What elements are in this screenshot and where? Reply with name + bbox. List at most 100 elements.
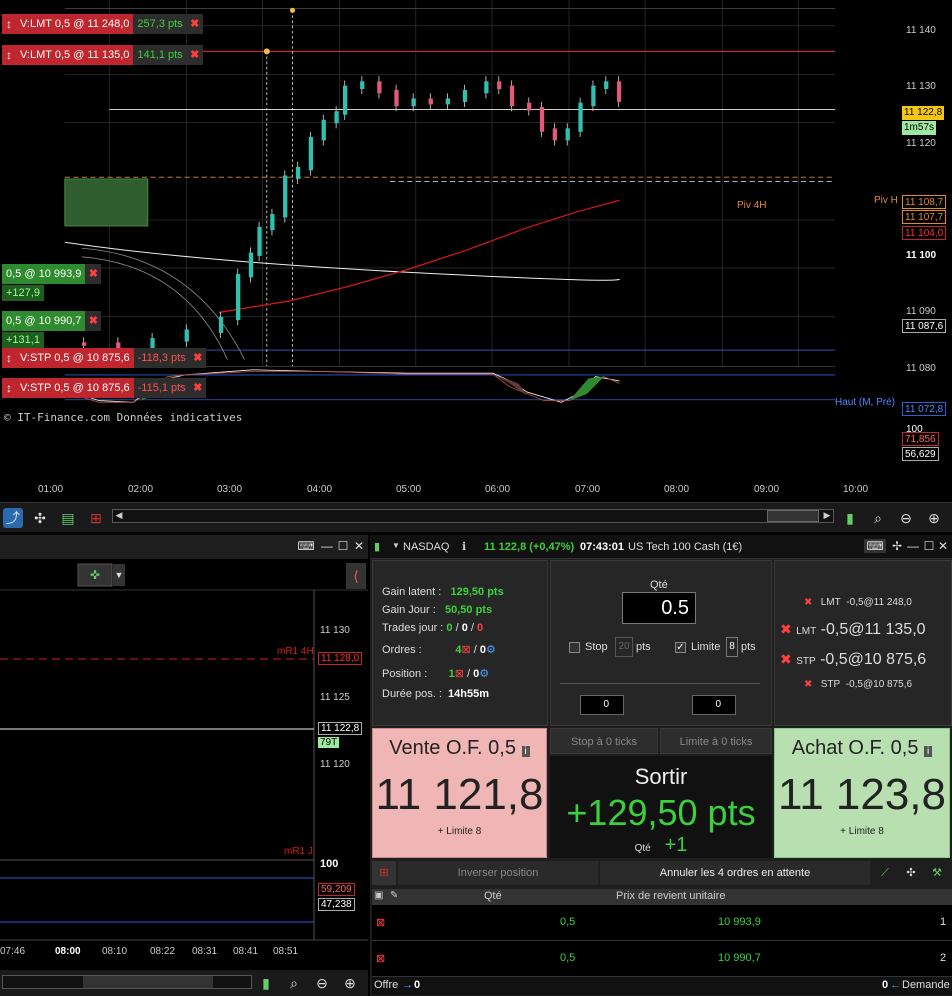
- close-icon[interactable]: ✕: [936, 539, 950, 553]
- candle-body: [343, 85, 348, 115]
- close-icon[interactable]: ✖: [85, 264, 102, 284]
- col-price[interactable]: Prix de revient unitaire: [616, 890, 725, 902]
- cursor-tool-icon[interactable]: ✣: [900, 861, 922, 885]
- stop-checkbox[interactable]: [569, 642, 580, 653]
- settings-icon[interactable]: ⚙: [479, 668, 489, 680]
- candles-icon[interactable]: ▮: [840, 508, 860, 528]
- cursor-tool-icon[interactable]: ✣: [30, 508, 50, 528]
- minimize-icon[interactable]: —: [320, 539, 334, 553]
- info-icon[interactable]: ℹ: [462, 540, 466, 553]
- indicator-select-icon[interactable]: ✜: [78, 564, 112, 586]
- zoom-out-icon[interactable]: ⊖: [896, 508, 916, 528]
- position-tag[interactable]: 0,5 @ 10 990,7 ✖: [2, 311, 102, 331]
- candle-body: [411, 98, 416, 107]
- order-tag[interactable]: ↕ V:STP 0,5 @ 10 875,6 -115,1 pts ✖: [2, 378, 206, 398]
- close-icon[interactable]: ✖: [186, 45, 203, 65]
- quantity-input[interactable]: 0.5: [622, 592, 696, 624]
- time-tick: 04:00: [307, 484, 333, 495]
- indicator-icon[interactable]: ▤: [58, 508, 78, 528]
- maximize-icon[interactable]: ☐: [336, 539, 350, 553]
- cancel-order-icon[interactable]: ✖: [804, 679, 812, 690]
- cancel-order-icon[interactable]: ✖: [780, 651, 792, 667]
- scroll-thumb[interactable]: [83, 976, 213, 988]
- limit-ticks-spinner[interactable]: 0: [692, 695, 736, 715]
- scroll-thumb[interactable]: [767, 510, 819, 522]
- chart-icon[interactable]: ⟋: [874, 861, 896, 885]
- time-tick: 02:00: [128, 484, 154, 495]
- scroll-left-icon[interactable]: ◀: [113, 510, 125, 522]
- reverse-position-button[interactable]: Inverser position: [398, 861, 598, 885]
- instrument-code[interactable]: NASDAQ: [403, 541, 449, 553]
- tab-stop-ticks[interactable]: Stop à 0 ticks: [550, 728, 658, 754]
- info-icon[interactable]: i: [924, 746, 933, 757]
- cancel-order-icon[interactable]: ✖: [804, 597, 812, 608]
- pending-order[interactable]: ✖ STP -0,5@10 875,6: [780, 651, 926, 669]
- horizontal-scrollbar[interactable]: [2, 975, 252, 989]
- minimize-icon[interactable]: —: [906, 539, 920, 553]
- grid-view-icon[interactable]: ⊞: [372, 861, 396, 885]
- close-icon[interactable]: ✖: [85, 311, 102, 331]
- cancel-orders-icon[interactable]: ⊠: [461, 644, 470, 656]
- close-icon[interactable]: ✖: [189, 348, 206, 368]
- keyboard-icon[interactable]: ⌨: [864, 539, 886, 553]
- collapse-panel-icon[interactable]: ⟨: [346, 563, 366, 589]
- drag-handle-icon[interactable]: ↕: [2, 14, 16, 34]
- limit-input[interactable]: 8: [726, 637, 738, 657]
- close-position-icon[interactable]: ⊠: [455, 668, 464, 680]
- scroll-right-icon[interactable]: ▶: [821, 510, 833, 522]
- cancel-all-orders-button[interactable]: Annuler les 4 ordres en attente: [600, 861, 870, 885]
- col-qty[interactable]: Qté: [484, 890, 502, 902]
- drag-handle-icon[interactable]: ↕: [2, 378, 16, 398]
- cancel-order-icon[interactable]: ✖: [780, 621, 792, 637]
- drag-handle-icon[interactable]: ↕: [2, 45, 16, 65]
- wrench-icon[interactable]: ✎: [390, 890, 398, 901]
- candles-icon[interactable]: ▮: [256, 973, 276, 993]
- zoom-in-icon[interactable]: ⊕: [924, 508, 944, 528]
- position-tag[interactable]: 0,5 @ 10 993,9 ✖: [2, 264, 102, 284]
- zoom-in-icon[interactable]: ⊕: [340, 973, 360, 993]
- close-icon[interactable]: ✕: [352, 539, 366, 553]
- pending-order[interactable]: ✖ STP -0,5@10 875,6: [804, 679, 912, 690]
- settings-icon[interactable]: ⚙: [486, 644, 496, 656]
- drag-handle-icon[interactable]: ↕: [2, 348, 16, 368]
- close-position-icon[interactable]: ⊠: [376, 952, 385, 965]
- table-row[interactable]: ⊠ 0,5 10 993,9 1: [372, 905, 952, 941]
- order-tag[interactable]: ↕ V:LMT 0,5 @ 11 248,0 257,3 pts ✖: [2, 14, 203, 34]
- close-icon[interactable]: ✖: [189, 378, 206, 398]
- settings-icon[interactable]: ⚒: [926, 861, 948, 885]
- candle-body: [377, 81, 382, 94]
- zoom-area-icon[interactable]: ⌕: [868, 508, 888, 528]
- share-icon[interactable]: ⤴: [3, 508, 23, 528]
- horizontal-scrollbar[interactable]: ◀ ▶: [112, 509, 834, 523]
- lower-price-chart[interactable]: [0, 560, 368, 970]
- tab-limit-ticks[interactable]: Limite à 0 ticks: [660, 728, 772, 754]
- buy-button[interactable]: Achat O.F. 0,5 i 11 123,8 + Limite 8: [774, 728, 950, 858]
- stop-ticks-spinner[interactable]: 0: [580, 695, 624, 715]
- info-icon[interactable]: i: [521, 746, 530, 757]
- close-position-icon[interactable]: ⊠: [376, 916, 385, 929]
- candles-icon[interactable]: ▮: [374, 540, 380, 553]
- price-axis[interactable]: 11 140 11 130 11 120 11 100 11 090 11 08…: [900, 0, 952, 500]
- zoom-out-icon[interactable]: ⊖: [312, 973, 332, 993]
- stop-input[interactable]: 20: [615, 637, 633, 657]
- order-tag[interactable]: ↕ V:LMT 0,5 @ 11 135,0 141,1 pts ✖: [2, 45, 203, 65]
- chevron-down-icon[interactable]: ▼: [392, 541, 400, 550]
- limit-checkbox[interactable]: ✓: [675, 642, 686, 653]
- exit-button[interactable]: Sortir +129,50 pts Qté +1: [550, 756, 772, 858]
- drawing-tools-icon[interactable]: ⊞: [86, 508, 106, 528]
- pending-order[interactable]: ✖ LMT -0,5@11 135,0: [780, 621, 926, 639]
- pending-order[interactable]: ✖ LMT -0,5@11 248,0: [804, 597, 912, 608]
- position-row: Position : 1⊠ / 0⚙: [382, 668, 490, 680]
- order-tag[interactable]: ↕ V:STP 0,5 @ 10 875,6 -118,3 pts ✖: [2, 348, 206, 368]
- pin-icon[interactable]: ✢: [890, 539, 904, 553]
- sell-button[interactable]: Vente O.F. 0,5 i 11 121,8 + Limite 8: [372, 728, 547, 858]
- grid-icon[interactable]: ▣: [374, 890, 383, 901]
- close-icon[interactable]: ✖: [186, 14, 203, 34]
- zoom-area-icon[interactable]: ⌕: [284, 973, 304, 993]
- lower-time-axis[interactable]: 07:46 08:00 08:10 08:22 08:31 08:41 08:5…: [0, 946, 314, 962]
- chevron-down-icon[interactable]: ▼: [113, 564, 125, 586]
- time-axis[interactable]: 01:00 02:00 03:00 04:00 05:00 06:00 07:0…: [0, 478, 900, 500]
- maximize-icon[interactable]: ☐: [922, 539, 936, 553]
- keyboard-icon[interactable]: ⌨: [296, 539, 316, 553]
- table-row[interactable]: ⊠ 0,5 10 990,7 2: [372, 941, 952, 977]
